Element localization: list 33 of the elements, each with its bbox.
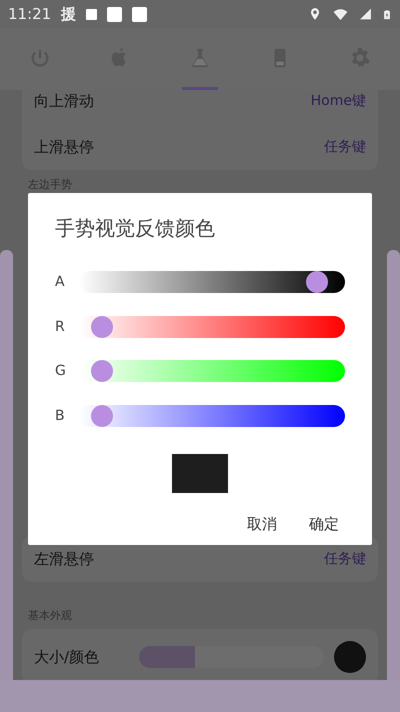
app-notification-glyph: 援 [61,4,76,24]
notification-icon [132,6,148,22]
notification-icon [86,8,98,20]
dialog-button[interactable]: 取消 [241,511,283,538]
status-time: 11:21 [8,5,52,23]
notification-icon [107,6,122,22]
channel-label: A [55,274,66,290]
slider-thumb[interactable] [306,271,328,294]
setting-value[interactable]: Home键 [310,92,366,110]
location-icon [308,6,322,22]
slider-thumb[interactable] [91,404,114,427]
channel-label: G [55,363,67,380]
setting-value[interactable]: 任务键 [324,550,366,568]
color-slider-track[interactable] [79,271,345,294]
dialog-button[interactable]: 确定 [303,511,345,538]
color-slider-track[interactable] [79,404,345,427]
color-slider-track[interactable] [79,316,345,338]
setting-label: 向上滑动 [34,92,94,110]
dialog-title: 手势视觉反馈颜色 [55,215,216,242]
setting-value[interactable]: 任务键 [324,138,366,156]
signal-icon [359,7,372,21]
size-slider[interactable] [139,646,324,668]
setting-label: 左滑悬停 [34,550,94,568]
setting-label: 大小/颜色 [34,648,100,666]
channel-label: R [55,318,66,335]
channel-label: B [55,408,66,424]
slider-thumb[interactable] [91,360,114,382]
slider-thumb[interactable] [91,316,114,338]
color-slider-track[interactable] [79,360,345,382]
color-preview-dot[interactable] [334,641,366,673]
color-swatch [172,454,228,493]
setting-label: 上滑悬停 [34,138,94,156]
wifi-icon [332,6,349,22]
